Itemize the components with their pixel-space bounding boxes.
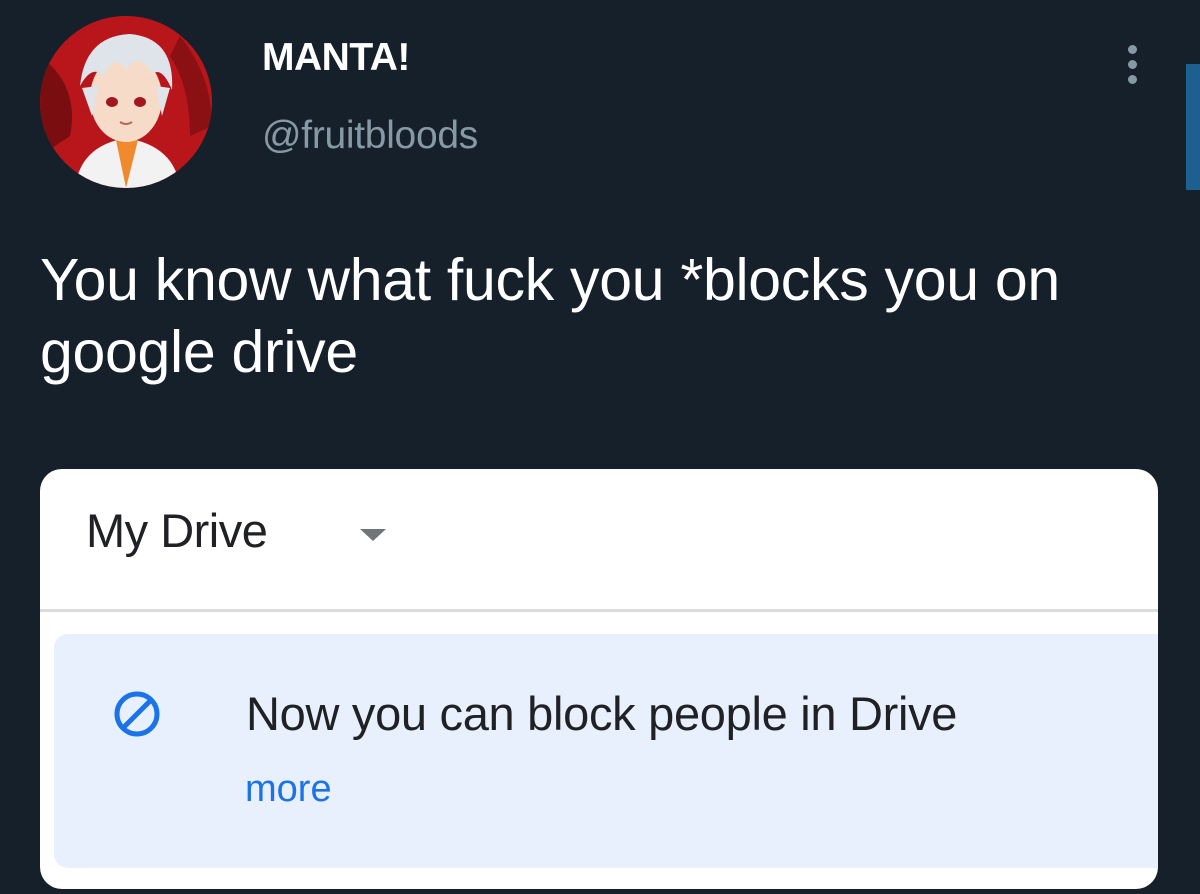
scrollbar[interactable] — [1186, 64, 1200, 190]
menu-dot — [1127, 59, 1137, 69]
drive-title[interactable]: My Drive — [86, 503, 268, 558]
menu-dot — [1127, 74, 1137, 84]
notice-message: Now you can block people in Drive — [246, 687, 958, 740]
profile-avatar[interactable] — [40, 16, 212, 188]
more-link[interactable]: more — [245, 768, 332, 811]
caret-down-icon[interactable] — [360, 529, 386, 541]
drive-header: My Drive — [40, 469, 1158, 612]
more-vertical-icon[interactable] — [1112, 34, 1152, 94]
avatar-image — [40, 16, 212, 188]
tweet-media-screenshot[interactable]: My Drive Now you can block people in Dri… — [40, 469, 1158, 889]
block-notice-banner: Now you can block people in Drive more — [54, 634, 1158, 868]
block-icon — [114, 691, 160, 737]
user-handle[interactable]: @fruitbloods — [262, 114, 478, 158]
menu-dot — [1127, 44, 1137, 54]
display-name[interactable]: MANTA! — [262, 36, 410, 80]
tweet-text: You know what fuck you *blocks you on go… — [40, 247, 1060, 385]
